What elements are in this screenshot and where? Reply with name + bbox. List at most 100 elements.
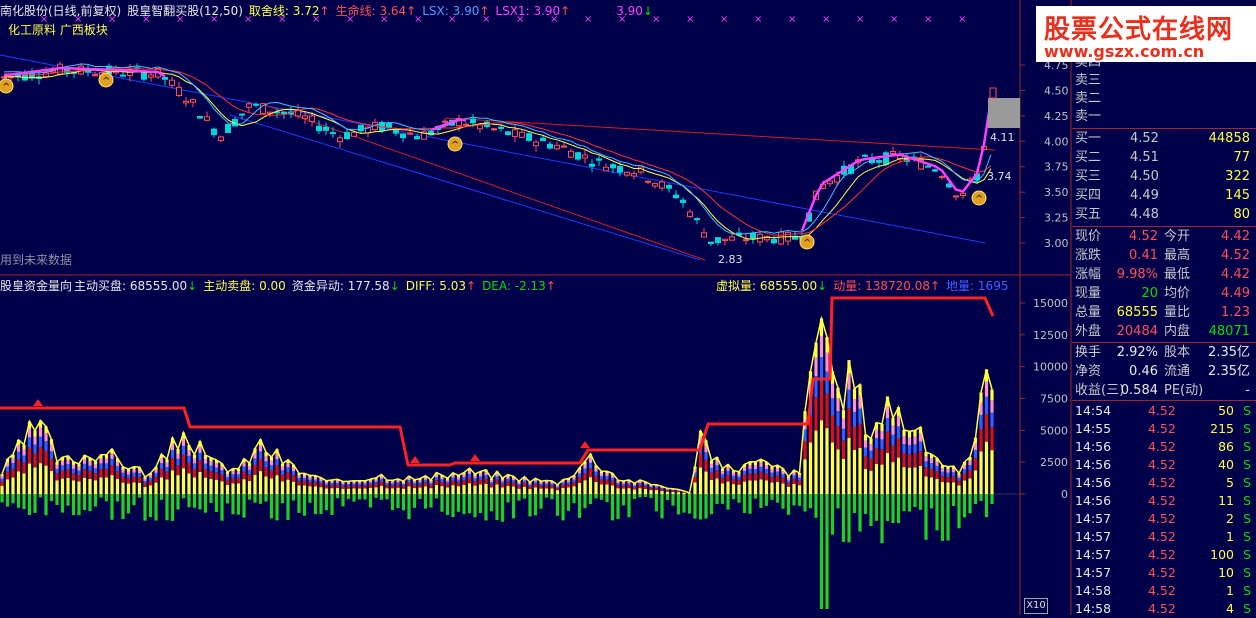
candle-body (226, 125, 231, 133)
volume-bar-segment (550, 488, 553, 494)
kline-chart[interactable]: 4.754.504.254.003.753.503.253.0015000125… (0, 0, 1256, 615)
volume-bar-segment (281, 481, 284, 494)
volume-bar-segment (28, 448, 31, 464)
negative-flow-bar (446, 494, 449, 515)
order-buy-volume: 145 (1225, 187, 1250, 205)
negative-flow-bar (523, 494, 526, 499)
volume-bar-segment (528, 486, 531, 489)
candle-body (478, 125, 483, 129)
negative-flow-bar (484, 494, 487, 520)
volume-bar-segment (578, 477, 581, 483)
volume-bar-segment (237, 471, 240, 474)
quote-value: 4.49 (1221, 285, 1250, 303)
order-buy-row[interactable]: 买三4.50322 (1072, 168, 1256, 186)
volume-bar-segment (941, 468, 944, 471)
volume-bar-segment (66, 470, 69, 478)
volume-bar-segment (979, 415, 982, 429)
volume-bar-segment (330, 481, 333, 483)
volume-bar-segment (132, 482, 135, 494)
volume-bar-segment (187, 473, 190, 494)
upper-axis-label: 3.00 (1044, 237, 1069, 250)
candle-body (513, 130, 518, 137)
volume-bar-segment (11, 458, 14, 463)
volume-bar-segment (275, 454, 278, 459)
volume-bar-segment (391, 482, 394, 484)
volume-bar-segment (264, 461, 267, 467)
negative-flow-bar (930, 494, 933, 508)
volume-bar-segment (457, 477, 460, 479)
volume-bar-segment (391, 483, 394, 485)
volume-bar-segment (77, 481, 80, 494)
volume-bar-segment (88, 479, 91, 494)
volume-bar-segment (352, 484, 355, 486)
volume-bar-segment (985, 442, 988, 494)
volume-bar-segment (941, 482, 944, 494)
candle-body (618, 167, 623, 173)
volume-bar-segment (968, 465, 971, 470)
volume-bar-segment (358, 486, 361, 489)
volume-bar-segment (506, 482, 509, 486)
order-sell-row[interactable]: 卖一 (1072, 108, 1256, 126)
volume-bar-segment (429, 485, 432, 488)
volume-bar-segment (270, 465, 273, 470)
candle-body (331, 133, 336, 134)
volume-bar-segment (292, 482, 295, 494)
scale-button[interactable]: X10 (1024, 598, 1048, 614)
volume-bar-segment (974, 458, 977, 470)
order-sell-row[interactable]: 卖二 (1072, 90, 1256, 108)
volume-bar-segment (407, 483, 410, 487)
volume-bar-segment (539, 482, 542, 484)
volume-bar-segment (611, 478, 614, 481)
tick-row: 14:564.525S (1072, 474, 1256, 492)
volume-bar-segment (220, 475, 223, 482)
volume-bar-segment (704, 472, 707, 494)
volume-bar-segment (748, 473, 751, 480)
top-x-marker: × (890, 14, 898, 25)
volume-bar-segment (825, 372, 828, 394)
volume-bar-segment (11, 477, 14, 494)
volume-bar-segment (308, 482, 311, 486)
volume-bar-segment (347, 489, 350, 494)
volume-bar-segment (616, 482, 619, 484)
volume-bar-segment (803, 441, 806, 459)
volume-bar-segment (512, 487, 515, 494)
order-buy-row[interactable]: 买一4.5244858 (1072, 130, 1256, 148)
volume-bar-segment (83, 469, 86, 478)
volume-bar-segment (242, 466, 245, 471)
negative-flow-bar (941, 494, 944, 541)
negative-flow-bar (50, 494, 53, 501)
volume-bar-segment (358, 482, 361, 484)
volume-bar-segment (297, 475, 300, 477)
volume-bar-segment (226, 480, 229, 485)
volume-bar-segment (451, 485, 454, 494)
volume-bar-segment (462, 480, 465, 485)
order-buy-volume: 322 (1225, 168, 1250, 186)
volume-bar-segment (638, 481, 641, 483)
volume-bar-segment (132, 476, 135, 482)
volume-bar-segment (572, 482, 575, 486)
order-buy-row[interactable]: 买四4.49145 (1072, 187, 1256, 205)
negative-flow-bar (990, 494, 993, 504)
negative-flow-bar (979, 494, 982, 501)
volume-bar-segment (787, 478, 790, 480)
volume-bar-segment (402, 483, 405, 485)
order-sell-row[interactable]: 卖三 (1072, 72, 1256, 90)
negative-flow-bar (308, 494, 311, 503)
order-buy-row[interactable]: 买五4.4880 (1072, 206, 1256, 224)
volume-bar-segment (275, 459, 278, 465)
order-buy-row[interactable]: 买二4.5177 (1072, 149, 1256, 167)
volume-bar-segment (798, 485, 801, 494)
negative-flow-bar (0, 494, 3, 502)
volume-bar-segment (347, 486, 350, 489)
volume-bar-segment (110, 475, 113, 494)
volume-bar-segment (704, 452, 707, 459)
negative-flow-bar (924, 494, 927, 540)
volume-bar-segment (754, 465, 757, 469)
candle-body (541, 138, 546, 140)
momentum-readout: 动量: 138720.08↑ (833, 279, 940, 293)
volume-bar-segment (622, 484, 625, 486)
negative-flow-bar (61, 494, 64, 513)
volume-bar-segment (413, 488, 416, 494)
negative-flow-bar (803, 494, 806, 512)
volume-bar-segment (875, 464, 878, 494)
